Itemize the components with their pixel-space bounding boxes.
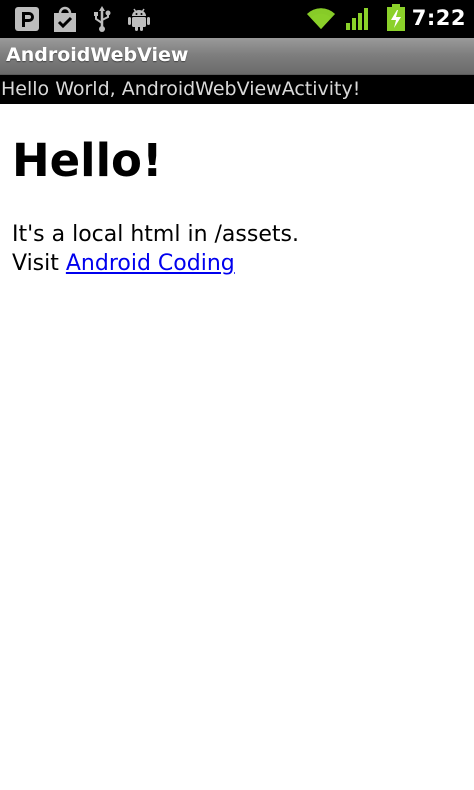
wifi-icon <box>306 6 336 34</box>
android-coding-link[interactable]: Android Coding <box>66 251 235 276</box>
android-debug-icon <box>127 7 151 35</box>
battery-charging-icon <box>386 4 406 36</box>
usb-icon <box>92 6 112 36</box>
status-time: 7:22 <box>411 6 466 30</box>
visit-label: Visit <box>12 251 66 276</box>
status-bar: 7:22 <box>0 0 474 38</box>
page-heading: Hello! <box>12 134 163 187</box>
app-title-bar: AndroidWebView <box>0 38 474 75</box>
signal-icon <box>345 7 371 35</box>
hello-textview: Hello World, AndroidWebViewActivity! <box>0 75 474 104</box>
webview[interactable]: Hello! It's a local html in /assets. Vis… <box>0 104 474 790</box>
app-title: AndroidWebView <box>6 44 189 66</box>
p-app-icon <box>14 6 40 36</box>
content-paragraph: It's a local html in /assets. Visit Andr… <box>12 220 299 278</box>
hello-text: Hello World, AndroidWebViewActivity! <box>1 78 361 100</box>
shopping-bag-check-icon <box>53 5 77 37</box>
local-html-line: It's a local html in /assets. <box>12 222 299 247</box>
